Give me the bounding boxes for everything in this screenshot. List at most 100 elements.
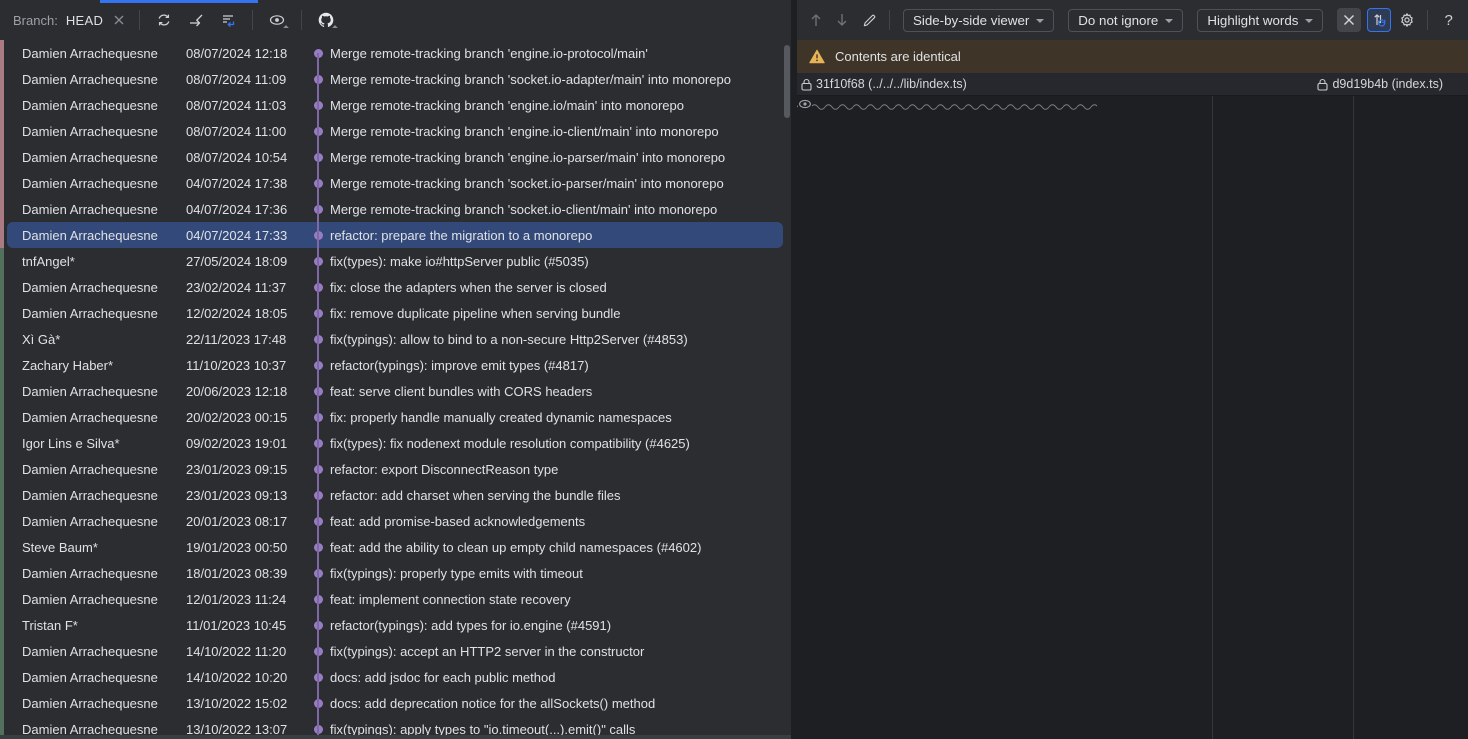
commit-message: Merge remote-tracking branch 'socket.io-… <box>330 202 791 217</box>
commit-date: 08/07/2024 11:03 <box>186 98 306 113</box>
commit-row[interactable]: Damien Arrachequesne 08/07/2024 11:09 Me… <box>0 66 791 92</box>
commit-message: Merge remote-tracking branch 'engine.io-… <box>330 124 791 139</box>
commit-message: docs: add deprecation notice for the all… <box>330 696 791 711</box>
branch-filter-value[interactable]: HEAD <box>66 13 103 28</box>
next-change-icon[interactable] <box>831 9 853 31</box>
commit-row[interactable]: Damien Arrachequesne 20/02/2023 00:15 fi… <box>0 404 791 430</box>
go-to-hash-icon[interactable] <box>184 8 208 32</box>
git-log-toolbar: Branch: HEAD <box>0 0 791 40</box>
collapse-unchanged-icon[interactable] <box>1337 8 1361 32</box>
commit-row[interactable]: Damien Arrachequesne 08/07/2024 11:00 Me… <box>0 118 791 144</box>
horizontal-scrollbar[interactable] <box>0 735 791 739</box>
commit-author: Damien Arrachequesne <box>0 566 186 581</box>
commit-date: 11/01/2023 10:45 <box>186 618 306 633</box>
right-file-title: d9d19b4b (index.ts) <box>1317 77 1443 91</box>
active-tab-indicator <box>100 0 258 3</box>
commit-date: 08/07/2024 11:00 <box>186 124 306 139</box>
commit-row[interactable]: Damien Arrachequesne 04/07/2024 17:36 Me… <box>0 196 791 222</box>
commit-date: 27/05/2024 18:09 <box>186 254 306 269</box>
commit-message: feat: add the ability to clean up empty … <box>330 540 791 555</box>
match-filter-icon[interactable] <box>216 8 240 32</box>
commit-author: Damien Arrachequesne <box>0 670 186 685</box>
commit-row[interactable]: Steve Baum* 19/01/2023 00:50 feat: add t… <box>0 534 791 560</box>
commit-date: 12/01/2023 11:24 <box>186 592 306 607</box>
commit-date: 20/01/2023 08:17 <box>186 514 306 529</box>
diff-editors[interactable] <box>797 96 1468 739</box>
toolbar-separator <box>889 10 890 30</box>
commit-row[interactable]: Xì Gà* 22/11/2023 17:48 fix(typings): al… <box>0 326 791 352</box>
edit-icon[interactable] <box>857 8 881 32</box>
unfold-eye-icon[interactable] <box>798 97 812 115</box>
commit-row[interactable]: Damien Arrachequesne 20/06/2023 12:18 fe… <box>0 378 791 404</box>
commit-date: 18/01/2023 08:39 <box>186 566 306 581</box>
commit-row[interactable]: Damien Arrachequesne 20/01/2023 08:17 fe… <box>0 508 791 534</box>
github-icon[interactable] <box>314 8 338 32</box>
commit-message: fix(types): fix nodenext module resoluti… <box>330 436 791 451</box>
commit-message: fix: remove duplicate pipeline when serv… <box>330 306 791 321</box>
viewer-mode-select[interactable]: Side-by-side viewer <box>903 9 1054 32</box>
help-icon[interactable]: ? <box>1444 12 1452 29</box>
commit-message: refactor: prepare the migration to a mon… <box>330 228 791 243</box>
commit-row[interactable]: Damien Arrachequesne 04/07/2024 17:33 re… <box>0 222 791 248</box>
commit-author: Damien Arrachequesne <box>0 176 186 191</box>
eye-icon[interactable] <box>265 8 289 32</box>
commit-author: Damien Arrachequesne <box>0 46 186 61</box>
diff-status-banner: Contents are identical <box>797 40 1468 73</box>
commit-message: fix(typings): accept an HTTP2 server in … <box>330 644 791 659</box>
commit-author: Tristan F* <box>0 618 186 633</box>
commit-row[interactable]: Damien Arrachequesne 18/01/2023 08:39 fi… <box>0 560 791 586</box>
commit-row[interactable]: Damien Arrachequesne 13/10/2022 15:02 do… <box>0 690 791 716</box>
commit-message: Merge remote-tracking branch 'socket.io-… <box>330 72 791 87</box>
lock-icon <box>801 78 812 91</box>
commit-message: docs: add jsdoc for each public method <box>330 670 791 685</box>
commit-row[interactable]: Damien Arrachequesne 14/10/2022 11:20 fi… <box>0 638 791 664</box>
prev-change-icon[interactable] <box>805 9 827 31</box>
commit-row[interactable]: Tristan F* 11/01/2023 10:45 refactor(typ… <box>0 612 791 638</box>
git-log-panel: Branch: HEAD <box>0 0 791 739</box>
commit-date: 12/02/2024 18:05 <box>186 306 306 321</box>
commit-author: Damien Arrachequesne <box>0 514 186 529</box>
sync-scroll-icon[interactable] <box>1367 8 1391 32</box>
commit-row[interactable]: Damien Arrachequesne 04/07/2024 17:38 Me… <box>0 170 791 196</box>
commit-author: Steve Baum* <box>0 540 186 555</box>
commit-message: Merge remote-tracking branch 'engine.io-… <box>330 46 791 61</box>
ignore-policy-select[interactable]: Do not ignore <box>1068 9 1183 32</box>
chevron-down-icon <box>1305 19 1313 23</box>
commit-message: refactor: export DisconnectReason type <box>330 462 791 477</box>
commit-row[interactable]: Damien Arrachequesne 23/02/2024 11:37 fi… <box>0 274 791 300</box>
ignore-policy-value: Do not ignore <box>1078 13 1158 28</box>
chevron-down-icon <box>1036 19 1044 23</box>
vertical-scrollbar[interactable] <box>784 45 790 118</box>
commit-date: 14/10/2022 11:20 <box>186 644 306 659</box>
commit-row[interactable]: Damien Arrachequesne 23/01/2023 09:13 re… <box>0 482 791 508</box>
commit-date: 09/02/2023 19:01 <box>186 436 306 451</box>
commit-message: refactor(typings): add types for io.engi… <box>330 618 791 633</box>
commit-row[interactable]: tnfAngel* 27/05/2024 18:09 fix(types): m… <box>0 248 791 274</box>
commit-list: Damien Arrachequesne 08/07/2024 12:18 Me… <box>0 40 791 739</box>
commit-row[interactable]: Zachary Haber* 11/10/2023 10:37 refactor… <box>0 352 791 378</box>
gear-icon[interactable] <box>1395 8 1419 32</box>
commit-row[interactable]: Damien Arrachequesne 08/07/2024 12:18 Me… <box>0 40 791 66</box>
diff-file-header: 31f10f68 (../../../lib/index.ts) d9d19b4… <box>797 73 1468 96</box>
commit-row[interactable]: Damien Arrachequesne 12/01/2023 11:24 fe… <box>0 586 791 612</box>
commit-row[interactable]: Damien Arrachequesne 14/10/2022 10:20 do… <box>0 664 791 690</box>
commit-author: Damien Arrachequesne <box>0 280 186 295</box>
commit-date: 23/01/2023 09:15 <box>186 462 306 477</box>
commit-author: Damien Arrachequesne <box>0 592 186 607</box>
highlight-mode-value: Highlight words <box>1207 13 1298 28</box>
collapsed-lines-wave[interactable] <box>797 100 1097 110</box>
commit-message: feat: add promise-based acknowledgements <box>330 514 791 529</box>
commit-author: Damien Arrachequesne <box>0 696 186 711</box>
commit-date: 19/01/2023 00:50 <box>186 540 306 555</box>
commit-author: Zachary Haber* <box>0 358 186 373</box>
commit-row[interactable]: Damien Arrachequesne 08/07/2024 10:54 Me… <box>0 144 791 170</box>
commit-row[interactable]: Damien Arrachequesne 08/07/2024 11:03 Me… <box>0 92 791 118</box>
highlight-mode-select[interactable]: Highlight words <box>1197 9 1323 32</box>
commit-message: Merge remote-tracking branch 'engine.io-… <box>330 150 791 165</box>
toolbar-separator <box>301 10 302 30</box>
close-icon[interactable] <box>111 8 127 32</box>
commit-row[interactable]: Damien Arrachequesne 23/01/2023 09:15 re… <box>0 456 791 482</box>
refresh-icon[interactable] <box>152 8 176 32</box>
commit-row[interactable]: Igor Lins e Silva* 09/02/2023 19:01 fix(… <box>0 430 791 456</box>
commit-row[interactable]: Damien Arrachequesne 12/02/2024 18:05 fi… <box>0 300 791 326</box>
